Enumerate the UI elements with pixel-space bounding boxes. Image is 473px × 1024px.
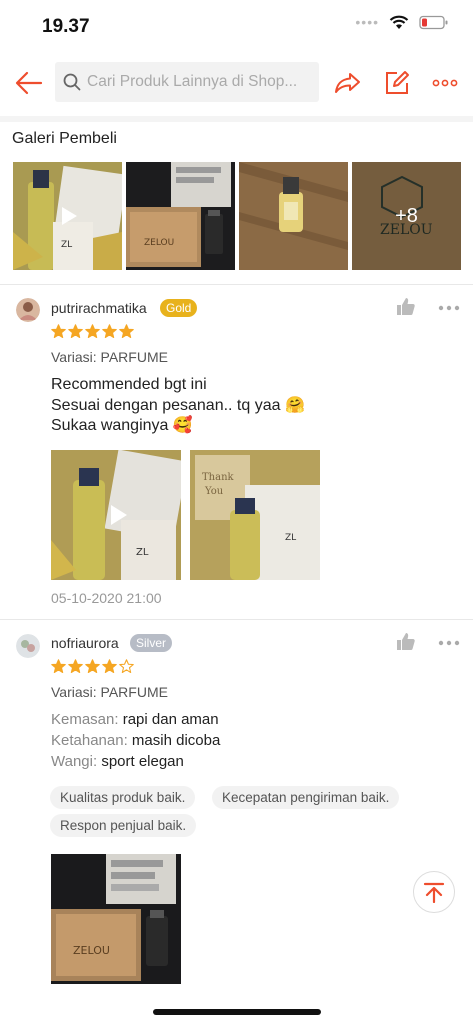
star-empty-icon	[119, 659, 134, 674]
star-filled-icon	[102, 324, 117, 339]
svg-text:ZELOU: ZELOU	[144, 238, 174, 248]
svg-text:ZL: ZL	[61, 240, 72, 250]
svg-text:Thank: Thank	[202, 472, 235, 483]
signal-icon: ••••	[355, 14, 379, 30]
review-detail: Ketahanan: masih dicoba	[51, 731, 220, 752]
review-line: Recommended bgt ini	[51, 376, 207, 393]
detail-value: rapi dan aman	[122, 711, 219, 728]
review-tag: Kecepatan pengiriman baik.	[212, 786, 400, 809]
review-username: nofriaurora	[51, 635, 119, 651]
play-icon	[61, 207, 77, 225]
status-time: 19.37	[42, 16, 90, 37]
share-icon	[335, 73, 360, 93]
share-button[interactable]	[330, 66, 364, 100]
status-bar: 19.37 ••••	[0, 0, 473, 50]
detail-value: sport elegan	[101, 753, 184, 770]
more-icon	[438, 305, 460, 311]
review-date: 05-10-2020 21:00	[51, 590, 162, 606]
gallery-image-thumbnail[interactable]	[239, 162, 348, 270]
review-variant: Variasi: PARFUME	[51, 349, 168, 365]
thumbs-up-icon	[397, 633, 415, 650]
review-more-button[interactable]	[438, 297, 462, 319]
review-more-button[interactable]	[438, 632, 462, 654]
edit-icon	[386, 71, 409, 94]
back-arrow-icon	[15, 71, 43, 95]
avatar[interactable]	[16, 298, 40, 322]
star-filled-icon	[119, 324, 134, 339]
review-video-thumbnail[interactable]: ZL	[51, 450, 181, 580]
avatar[interactable]	[16, 634, 40, 658]
member-badge: Gold	[160, 299, 198, 317]
svg-text:ZELOU: ZELOU	[73, 944, 110, 957]
more-icon	[432, 79, 458, 87]
perfume-package-photo: ZELOU	[126, 162, 235, 270]
buyer-gallery: ZL ZELOU ZELOU +8	[13, 162, 461, 270]
review-variant: Variasi: PARFUME	[51, 684, 168, 700]
review-line: Sesuai dengan pesanan.. tq yaa 🤗	[51, 396, 305, 414]
more-options-button[interactable]	[428, 66, 462, 100]
battery-icon	[419, 15, 449, 30]
gallery-more-thumbnail[interactable]: ZELOU +8	[352, 162, 461, 270]
star-filled-icon	[51, 659, 66, 674]
review-detail: Kemasan: rapi dan aman	[51, 710, 219, 731]
search-icon	[63, 73, 81, 91]
gallery-image-thumbnail[interactable]: ZELOU	[126, 162, 235, 270]
gallery-video-thumbnail[interactable]: ZL	[13, 162, 122, 270]
header-divider	[0, 116, 473, 122]
home-indicator	[153, 1009, 321, 1015]
svg-text:ZL: ZL	[285, 533, 296, 543]
thank-you-card-photo: Thank You ZL	[190, 450, 320, 580]
review-username: putrirachmatika	[51, 300, 147, 316]
svg-text:ZL: ZL	[136, 547, 149, 558]
star-rating	[51, 659, 134, 674]
star-filled-icon	[51, 324, 66, 339]
detail-value: masih dicoba	[131, 732, 221, 749]
edit-button[interactable]	[380, 66, 414, 100]
star-filled-icon	[85, 659, 100, 674]
section-divider	[0, 284, 473, 285]
gallery-more-count: +8	[352, 162, 461, 270]
review-tag: Respon penjual baik.	[50, 814, 197, 837]
thumbs-up-icon	[397, 298, 415, 315]
section-divider	[0, 619, 473, 620]
detail-label: Wangi:	[51, 753, 98, 770]
gallery-title: Galeri Pembeli	[12, 130, 117, 147]
like-button[interactable]	[396, 297, 418, 319]
scroll-to-top-button[interactable]	[413, 871, 455, 913]
search-placeholder: Cari Produk Lainnya di Shop...	[87, 73, 298, 90]
review-line: Sukaa wanginya 🥰	[51, 417, 193, 434]
member-badge: Silver	[130, 634, 173, 652]
star-filled-icon	[102, 659, 117, 674]
wifi-icon	[389, 15, 409, 30]
search-input[interactable]: Cari Produk Lainnya di Shop...	[55, 62, 319, 102]
detail-label: Ketahanan:	[51, 732, 128, 749]
back-button[interactable]	[12, 66, 46, 100]
review-detail: Wangi: sport elegan	[51, 752, 184, 773]
review-tag: Kualitas produk baik.	[50, 786, 196, 809]
zelou-package-photo: ZELOU	[51, 854, 181, 984]
app-bar: Cari Produk Lainnya di Shop...	[0, 56, 473, 112]
like-button[interactable]	[396, 632, 418, 654]
svg-text:You: You	[204, 486, 224, 497]
review-image-thumbnail[interactable]: Thank You ZL	[190, 450, 320, 580]
arrow-up-icon	[423, 882, 445, 903]
status-icons: ••••	[355, 14, 449, 30]
detail-label: Kemasan:	[51, 711, 119, 728]
perfume-bottle-photo	[239, 162, 348, 270]
star-filled-icon	[68, 659, 83, 674]
star-filled-icon	[85, 324, 100, 339]
star-rating	[51, 324, 134, 339]
play-icon	[111, 505, 127, 525]
review-image-thumbnail[interactable]: ZELOU	[51, 854, 181, 984]
review-text: Recommended bgt ini Sesuai dengan pesana…	[51, 375, 305, 437]
more-icon	[438, 640, 460, 646]
star-filled-icon	[68, 324, 83, 339]
